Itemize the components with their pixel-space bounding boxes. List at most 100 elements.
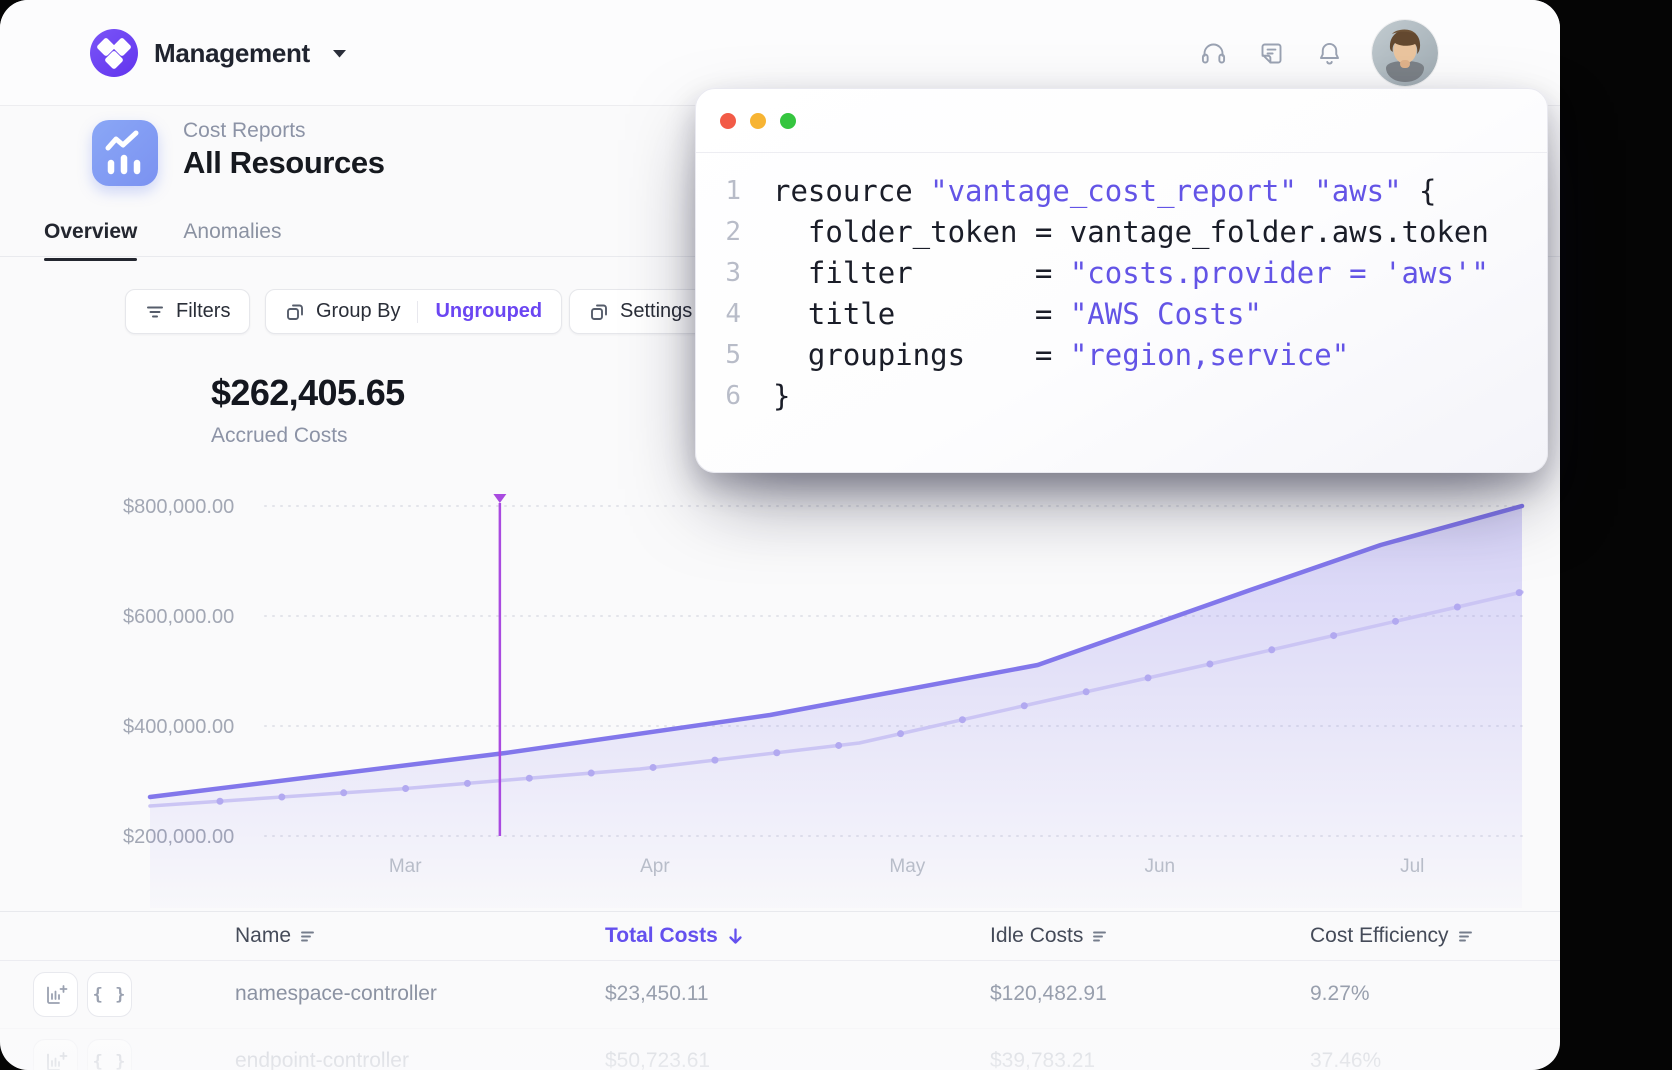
group-by-label: Group By: [316, 300, 400, 323]
idle-costs-value: $39,783.21: [990, 1049, 1095, 1070]
accrued-costs-amount: $262,405.65: [211, 372, 405, 414]
line-number: 5: [710, 340, 741, 370]
chart-data-point: [1083, 688, 1090, 695]
add-to-report-button[interactable]: [33, 1039, 78, 1070]
table-row[interactable]: { } namespace-controller $23,450.11 $120…: [0, 962, 1560, 1028]
vantage-logo-icon: [90, 29, 138, 77]
chart-data-point: [526, 775, 533, 782]
chart-data-point: [1268, 646, 1275, 653]
accrued-costs-caption: Accrued Costs: [211, 424, 348, 448]
code-line: 5 groupings = "region,service": [696, 334, 1547, 375]
code-editor: 1resource "vantage_cost_report" "aws" {2…: [696, 153, 1547, 416]
chart-data-point: [340, 789, 347, 796]
resource-name: endpoint-controller: [235, 1049, 409, 1070]
chart-data-point: [1516, 589, 1523, 596]
chart-data-point: [1330, 632, 1337, 639]
filters-label: Filters: [176, 300, 230, 323]
sort-desc-arrow-icon: [727, 927, 744, 946]
chart-data-point: [711, 757, 718, 764]
column-header-idle-costs[interactable]: Idle Costs: [990, 924, 1108, 948]
x-axis-label: Apr: [640, 856, 670, 877]
line-number: 3: [710, 258, 741, 288]
braces-icon: { }: [93, 1052, 127, 1070]
line-number: 4: [710, 299, 741, 329]
sort-icon: [1458, 929, 1474, 944]
filter-icon: [145, 302, 165, 322]
y-axis-label: $400,000.00: [123, 716, 234, 738]
total-costs-value: $23,450.11: [605, 982, 709, 1006]
column-header-cost-efficiency[interactable]: Cost Efficiency: [1310, 924, 1474, 948]
chart-data-point: [1392, 618, 1399, 625]
workspace-switcher[interactable]: Management: [90, 29, 347, 77]
group-by-value[interactable]: Ungrouped: [435, 300, 542, 323]
cost-efficiency-value: 37.46%: [1310, 1049, 1381, 1070]
group-stack-icon: [285, 302, 305, 322]
chart-data-point: [959, 716, 966, 723]
tab-overview[interactable]: Overview: [44, 220, 137, 260]
cost-efficiency-value: 9.27%: [1310, 982, 1370, 1006]
chart-data-point: [1021, 702, 1028, 709]
x-axis-label: Jun: [1144, 856, 1175, 877]
line-number: 6: [710, 381, 741, 411]
bar-chart-plus-icon: [44, 1050, 68, 1070]
chart-data-point: [588, 770, 595, 777]
notifications-bell-icon[interactable]: [1314, 38, 1344, 68]
code-window-titlebar: [696, 89, 1547, 153]
view-code-button[interactable]: { }: [87, 1039, 132, 1070]
x-axis-label: May: [889, 856, 925, 877]
x-axis-label: Mar: [389, 856, 422, 877]
y-axis-label: $800,000.00: [123, 496, 234, 518]
headphones-icon[interactable]: [1198, 38, 1228, 68]
chart-data-point: [1206, 660, 1213, 667]
code-line: 6}: [696, 375, 1547, 416]
view-code-button[interactable]: { }: [87, 972, 132, 1017]
code-line: 2 folder_token = vantage_folder.aws.toke…: [696, 211, 1547, 252]
sort-icon: [1092, 929, 1108, 944]
user-avatar[interactable]: [1372, 20, 1438, 86]
x-axis-label: Jul: [1400, 856, 1424, 877]
settings-label: Settings: [620, 300, 692, 323]
filters-button[interactable]: Filters: [125, 289, 250, 334]
release-notes-icon[interactable]: [1256, 38, 1286, 68]
button-divider: [417, 301, 418, 323]
window-close-icon[interactable]: [720, 113, 736, 129]
sort-icon: [300, 929, 316, 944]
page-title: All Resources: [183, 145, 385, 181]
chart-data-point: [897, 730, 904, 737]
settings-button[interactable]: Settings: [569, 289, 712, 334]
group-by-button[interactable]: Group By Ungrouped: [265, 289, 562, 334]
chart-data-point: [835, 742, 842, 749]
table-row[interactable]: { } endpoint-controller $50,723.61 $39,7…: [0, 1028, 1560, 1070]
chart-data-point: [1454, 604, 1461, 611]
chart-hover-marker-cap: [493, 494, 506, 503]
window-zoom-icon[interactable]: [780, 113, 796, 129]
chart-data-point: [773, 749, 780, 756]
screenshot-stage: $800,000.00$600,000.00$400,000.00$200,00…: [0, 0, 1672, 1070]
idle-costs-value: $120,482.91: [990, 982, 1107, 1006]
chart-data-point: [650, 764, 657, 771]
window-minimize-icon[interactable]: [750, 113, 766, 129]
resource-name: namespace-controller: [235, 982, 437, 1006]
code-line: 4 title = "AWS Costs": [696, 293, 1547, 334]
bar-chart-plus-icon: [44, 983, 68, 1007]
line-number: 1: [710, 176, 741, 206]
chart-data-point: [1145, 674, 1152, 681]
tab-anomalies[interactable]: Anomalies: [183, 220, 281, 260]
line-number: 2: [710, 217, 741, 247]
chevron-down-icon: [332, 49, 347, 58]
code-line: 1resource "vantage_cost_report" "aws" {: [696, 170, 1547, 211]
column-header-name[interactable]: Name: [235, 924, 316, 948]
tab-bar: Overview Anomalies: [44, 220, 281, 260]
column-header-total-costs[interactable]: Total Costs: [605, 924, 744, 948]
table-header-row: Name Total Costs Idle Costs Cost Efficie…: [0, 911, 1560, 961]
chart-data-point: [278, 794, 285, 801]
code-line: 3 filter = "costs.provider = 'aws'": [696, 252, 1547, 293]
braces-icon: { }: [93, 985, 127, 1005]
settings-stack-icon: [589, 302, 609, 322]
workspace-name: Management: [154, 38, 310, 69]
y-axis-label: $600,000.00: [123, 606, 234, 628]
add-to-report-button[interactable]: [33, 972, 78, 1017]
terraform-code-window: 1resource "vantage_cost_report" "aws" {2…: [695, 88, 1548, 473]
chart-data-point: [402, 785, 409, 792]
chart-data-point: [464, 780, 471, 787]
